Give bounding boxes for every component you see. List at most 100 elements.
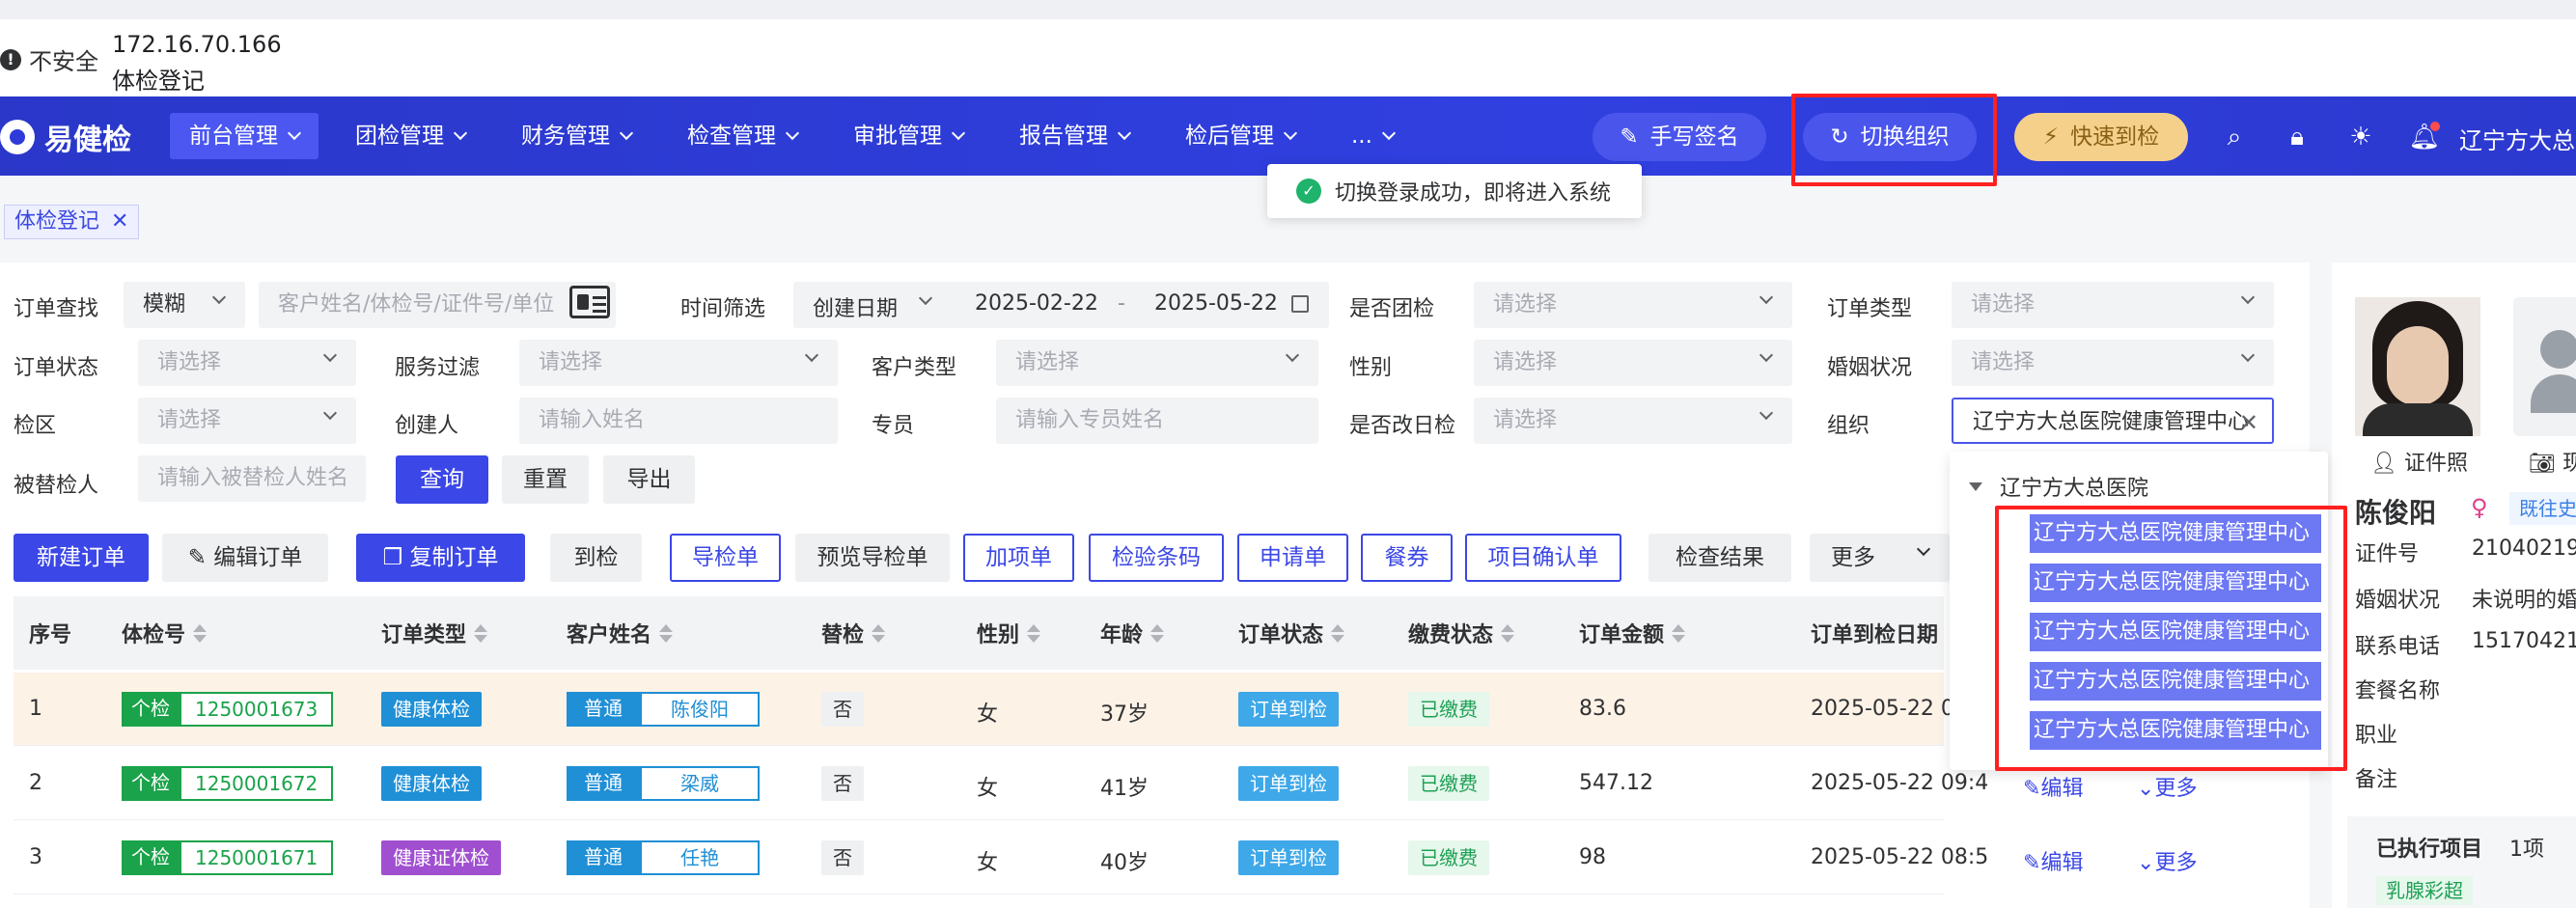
sort-icon[interactable] [872, 623, 886, 643]
specialist-input[interactable]: 请输入专员姓名 [996, 398, 1318, 444]
check-result-button[interactable]: 检查结果 [1648, 534, 1791, 582]
service-filter-select[interactable]: 请选择 [519, 340, 838, 386]
sort-icon[interactable] [1501, 623, 1515, 643]
sun-icon[interactable]: ☀ [2343, 120, 2378, 154]
gender-select[interactable]: 请选择 [1474, 340, 1792, 386]
substitute-input[interactable]: 请输入被替检人姓名 [138, 455, 366, 502]
sort-icon[interactable] [659, 623, 674, 643]
creator-input[interactable]: 请输入姓名 [519, 398, 838, 444]
url-text[interactable]: 172.16.70.166 [112, 31, 282, 58]
checkin-date: 2025-05-22 08:5 [1811, 845, 1989, 869]
more-actions-button[interactable]: 更多 [1810, 534, 1950, 582]
guide-sheet-button[interactable]: 导检单 [670, 534, 781, 582]
marital-info-label: 婚姻状况 [2355, 589, 2441, 613]
order-search-input[interactable]: 客户姓名/体检号/证件号/单位 [259, 282, 616, 328]
edit-link[interactable]: ✎编辑 [2023, 771, 2083, 802]
live-photo-placeholder[interactable] [2513, 297, 2576, 436]
patient-name: 陈俊阳 [2355, 497, 2437, 529]
match-mode-select[interactable]: 模糊 [124, 282, 245, 328]
exam-no-tag[interactable]: 个检 1250001673 [122, 692, 334, 727]
history-badge[interactable]: 既往史 [2509, 492, 2576, 525]
close-icon[interactable]: ✕ [111, 206, 128, 238]
customer-type-select[interactable]: 请选择 [996, 340, 1318, 386]
insecure-indicator[interactable]: ! 不安全 [0, 42, 98, 76]
query-button[interactable]: 查询 [396, 455, 488, 504]
exam-no-tag[interactable]: 个检 1250001672 [122, 766, 334, 801]
reset-button[interactable]: 重置 [502, 455, 589, 504]
sort-icon[interactable] [193, 623, 208, 643]
col-order-type[interactable]: 订单类型 [381, 618, 488, 648]
col-order-status[interactable]: 订单状态 [1238, 618, 1345, 648]
sort-icon[interactable] [1672, 623, 1686, 643]
tab-tag[interactable]: 体检登记 ✕ [4, 205, 140, 239]
nav-item-inspection[interactable]: 检查管理 [668, 113, 817, 159]
bell-icon[interactable]: 🔔︎ [2407, 120, 2442, 154]
nav-item-more[interactable]: ... [1332, 113, 1413, 159]
customer-tag[interactable]: 普通 任艳 [567, 840, 760, 875]
clear-icon[interactable]: ✕ [2239, 399, 2258, 442]
col-age[interactable]: 年龄 [1100, 618, 1165, 648]
customer-tag[interactable]: 普通 陈俊阳 [567, 692, 760, 727]
area-select[interactable]: 请选择 [138, 398, 356, 444]
tree-node-root[interactable]: 辽宁方大总医院 [1969, 471, 2148, 502]
order-status-select[interactable]: 请选择 [138, 340, 356, 386]
col-customer-name[interactable]: 客户姓名 [567, 618, 674, 648]
handwritten-sign-button[interactable]: ✎ 手写签名 [1593, 113, 1766, 161]
order-type-select[interactable]: 请选择 [1952, 282, 2274, 328]
chevron-down-icon: ⌄ [2137, 851, 2155, 875]
search-icon[interactable]: ⌕ [2217, 120, 2252, 154]
sign-label: 手写签名 [1649, 124, 1739, 150]
col-pay-status[interactable]: 缴费状态 [1408, 618, 1515, 648]
female-icon: ♀ [2471, 494, 2488, 521]
date-type-value[interactable]: 创建日期 [813, 291, 898, 322]
nav-item-front-desk[interactable]: 前台管理 [170, 113, 319, 159]
col-amount[interactable]: 订单金额 [1579, 618, 1686, 648]
executed-items-label: 已执行项目 [2376, 838, 2483, 862]
caret-down-icon[interactable] [1969, 482, 1982, 491]
check-in-button[interactable]: 到检 [550, 534, 642, 582]
more-link[interactable]: ⌄更多 [2137, 771, 2197, 802]
gender-label: 性别 [1349, 356, 1393, 380]
sort-icon[interactable] [474, 623, 488, 643]
quick-checkin-button[interactable]: ⚡ 快速到检 [2014, 113, 2188, 161]
nav-item-finance[interactable]: 财务管理 [502, 113, 651, 159]
sort-icon[interactable] [1150, 623, 1165, 643]
date-separator: - [1118, 291, 1125, 316]
col-substitute[interactable]: 替检 [821, 618, 886, 648]
user-org[interactable]: 辽宁方大总医 [2459, 122, 2576, 155]
edit-link[interactable]: ✎编辑 [2023, 845, 2083, 876]
request-form-button[interactable]: 申请单 [1237, 534, 1348, 582]
col-gender[interactable]: 性别 [977, 618, 1041, 648]
copy-order-button[interactable]: ❐ 复制订单 [356, 534, 525, 582]
new-order-button[interactable]: 新建订单 [14, 534, 149, 582]
edit-order-button[interactable]: ✎ 编辑订单 [162, 534, 328, 582]
exam-no-tag[interactable]: 个检 1250001671 [122, 840, 334, 875]
nav-item-after-check[interactable]: 检后管理 [1166, 113, 1315, 159]
chevron-down-icon [287, 125, 302, 141]
id-card-reader-icon[interactable] [569, 286, 610, 318]
customer-tag[interactable]: 普通 梁威 [567, 766, 760, 801]
nav-item-group-check[interactable]: 团检管理 [336, 113, 485, 159]
col-exam-no[interactable]: 体检号 [122, 618, 208, 648]
calendar-icon[interactable] [1291, 295, 1309, 313]
sort-icon[interactable] [1331, 623, 1345, 643]
nav-item-approval[interactable]: 审批管理 [834, 113, 983, 159]
date-end[interactable]: 2025-05-22 [1154, 291, 1278, 316]
export-button[interactable]: 导出 [603, 455, 695, 504]
reschedule-select[interactable]: 请选择 [1474, 398, 1792, 444]
group-check-select[interactable]: 请选择 [1474, 282, 1792, 328]
org-select[interactable]: 辽宁方大总医院健康管理中心 ✕ [1952, 398, 2274, 444]
marital-select[interactable]: 请选择 [1952, 340, 2274, 386]
add-item-button[interactable]: 加项单 [963, 534, 1074, 582]
lock-icon[interactable]: 🔒︎ [2280, 120, 2314, 154]
nav-item-report[interactable]: 报告管理 [1000, 113, 1149, 159]
meal-voucher-button[interactable]: 餐券 [1361, 534, 1453, 582]
more-link[interactable]: ⌄更多 [2137, 845, 2197, 876]
date-start[interactable]: 2025-02-22 [975, 291, 1098, 316]
sort-icon[interactable] [1027, 623, 1041, 643]
chevron-down-icon [1285, 347, 1300, 363]
preview-guide-button[interactable]: 预览导检单 [795, 534, 950, 582]
item-confirm-button[interactable]: 项目确认单 [1465, 534, 1621, 582]
lab-barcode-button[interactable]: 检验条码 [1089, 534, 1224, 582]
brand-logo[interactable]: 易健检 [0, 116, 131, 158]
